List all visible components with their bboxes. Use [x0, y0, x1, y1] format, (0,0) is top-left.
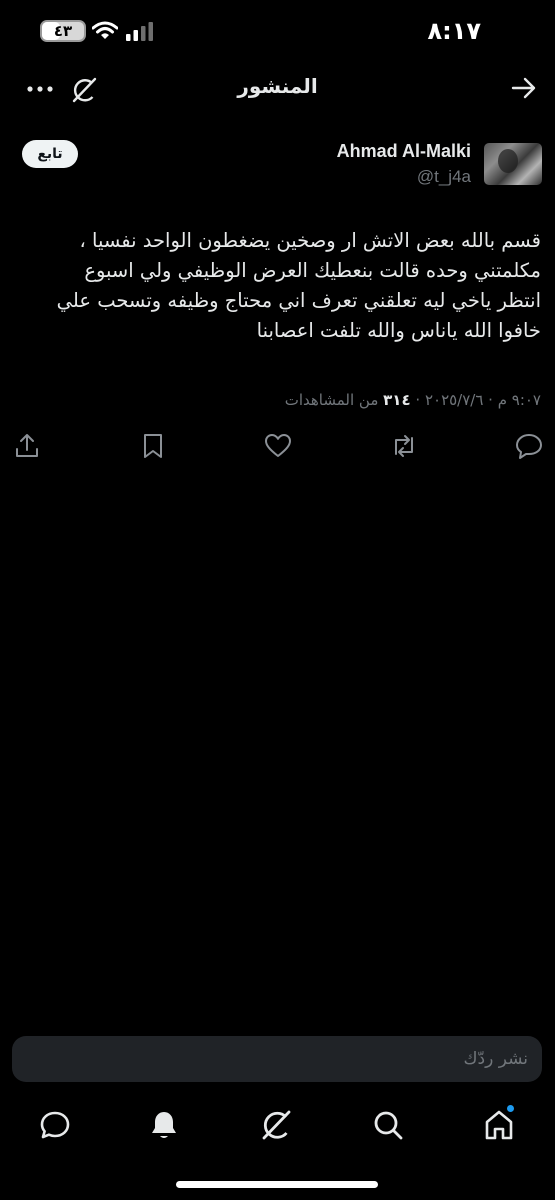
- repost-icon: [395, 435, 413, 457]
- notifications-icon: [152, 1112, 176, 1138]
- tab-home[interactable]: [482, 1105, 516, 1142]
- back-arrow-icon[interactable]: [511, 75, 537, 101]
- tab-messages[interactable]: [38, 1108, 72, 1142]
- follow-button[interactable]: تابع: [22, 140, 78, 168]
- messages-icon: [40, 1111, 70, 1139]
- page-title: المنشور: [237, 74, 318, 98]
- search-icon: [374, 1111, 403, 1140]
- home-icon: [485, 1110, 513, 1140]
- like-button[interactable]: [264, 432, 292, 460]
- bookmark-icon: [144, 434, 162, 458]
- avatar[interactable]: [484, 143, 542, 185]
- bookmark-button[interactable]: [139, 432, 167, 460]
- tab-notifications[interactable]: [147, 1108, 181, 1142]
- nav-header: المنشور: [0, 66, 555, 112]
- wifi-icon: [92, 21, 118, 39]
- post-text: قسم بالله بعض الاتش ار وصخين يضغطون الوا…: [56, 229, 541, 342]
- views-label: من المشاهدات: [284, 391, 379, 409]
- share-icon: [16, 434, 38, 457]
- bottom-tab-bar: [0, 1100, 555, 1156]
- views-count[interactable]: ٣١٤: [383, 391, 410, 409]
- cellular-signal-icon: [126, 22, 153, 41]
- status-time: ٨:١٧: [427, 17, 481, 45]
- reply-input[interactable]: نشر ردّك: [464, 1036, 528, 1082]
- home-notification-dot: [507, 1105, 514, 1112]
- reply-box[interactable]: نشر ردّك: [12, 1036, 542, 1082]
- battery-level: ٤٣: [53, 22, 73, 40]
- like-icon: [265, 434, 291, 457]
- repost-button[interactable]: [390, 432, 418, 460]
- action-bar: [0, 428, 555, 464]
- tab-grok[interactable]: [259, 1108, 293, 1142]
- share-button[interactable]: [13, 432, 41, 460]
- battery-icon: ٤٣: [40, 20, 86, 42]
- author-name[interactable]: Ahmad Al-Malki: [337, 141, 471, 162]
- author-handle[interactable]: @t_j4a: [417, 167, 471, 187]
- post-meta: ٩:٠٧ م · ٢٠٢٥/٧/٦ · ٣١٤ من المشاهدات: [285, 391, 541, 409]
- reply-button[interactable]: [515, 432, 543, 460]
- home-indicator[interactable]: [176, 1181, 378, 1188]
- status-bar: ٤٣ ٨:١٧: [0, 0, 555, 66]
- tab-search[interactable]: [371, 1108, 405, 1142]
- post-timestamp: ٩:٠٧ م · ٢٠٢٥/٧/٦ ·: [415, 391, 541, 409]
- reply-icon: [516, 434, 542, 459]
- grok-icon: [262, 1110, 291, 1140]
